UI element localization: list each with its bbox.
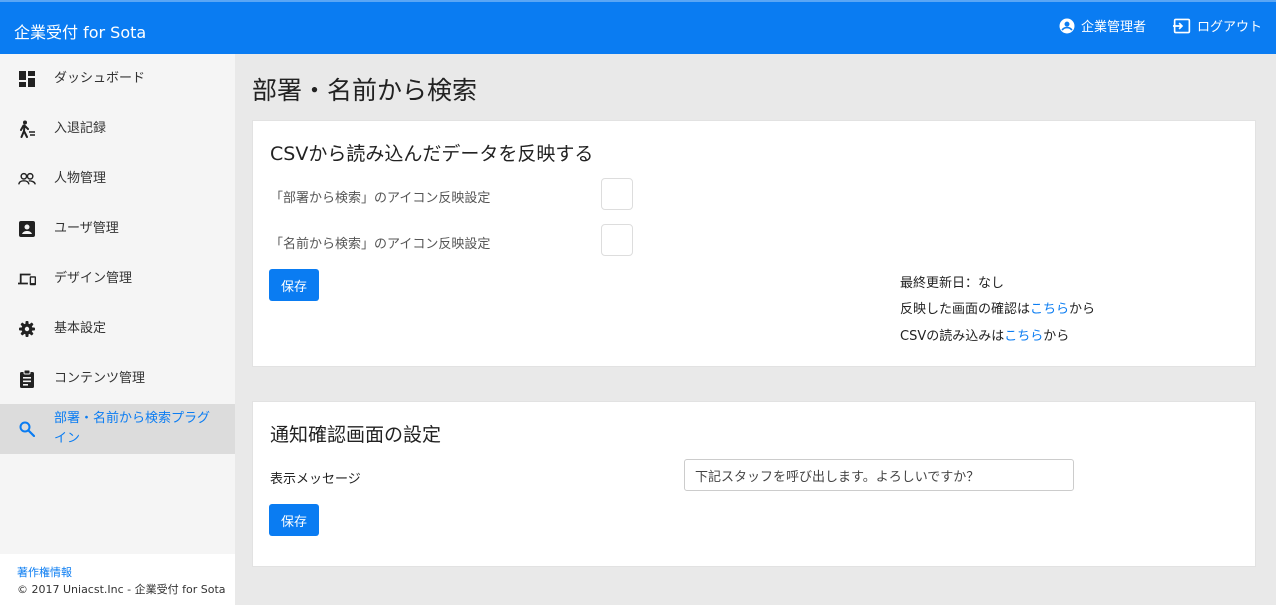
message-input[interactable] xyxy=(684,459,1074,491)
message-label: 表示メッセージ xyxy=(270,472,361,487)
name-icon-setting-label: 「名前から検索」のアイコン反映設定 xyxy=(270,237,491,252)
sidebar-item-dashboard[interactable]: ダッシュボード xyxy=(0,54,235,104)
sidebar-item-label: コンテンツ管理 xyxy=(54,371,146,386)
dashboard-icon xyxy=(18,70,36,88)
user-name: 企業管理者 xyxy=(1080,20,1146,35)
sidebar-item-basic-settings[interactable]: 基本設定 xyxy=(0,304,235,354)
logout-icon xyxy=(1172,18,1191,33)
logout-link[interactable]: ログアウト xyxy=(1172,16,1262,35)
csv-prefix: CSVの読み込みは xyxy=(900,329,1005,344)
sidebar-item-search-plugin[interactable]: 部署・名前から検索プラグイン xyxy=(0,404,235,454)
csv-suffix: から xyxy=(1043,329,1070,344)
sidebar-item-label: デザイン管理 xyxy=(54,271,133,286)
sidebar-item-people[interactable]: 人物管理 xyxy=(0,154,235,204)
confirm-prefix: 反映した画面の確認は xyxy=(900,302,1031,317)
page-title: 部署・名前から検索 xyxy=(252,76,478,105)
notify-card-title: 通知確認画面の設定 xyxy=(270,424,442,446)
walking-person-icon xyxy=(18,120,36,138)
sidebar-item-contents[interactable]: コンテンツ管理 xyxy=(0,354,235,404)
sidebar-item-label: 部署・名前から検索プラグイン xyxy=(54,411,211,446)
header-actions: 企業管理者 ログアウト xyxy=(1058,16,1262,35)
sidebar: ダッシュボード 入退記録 人物管理 ユーザ管理 デザイン管理 基本設定 コンテン… xyxy=(0,54,235,605)
sidebar-item-users[interactable]: ユーザ管理 xyxy=(0,204,235,254)
logout-label: ログアウト xyxy=(1196,20,1262,35)
top-bar: 企業受付 for Sota 企業管理者 ログアウト xyxy=(0,0,1276,54)
user-menu[interactable]: 企業管理者 xyxy=(1058,16,1146,35)
last-updated-text: 最終更新日：なし xyxy=(900,276,1005,291)
sidebar-item-label: 人物管理 xyxy=(54,171,107,186)
name-icon-checkbox[interactable] xyxy=(601,224,633,256)
devices-icon xyxy=(18,270,36,288)
sidebar-item-label: ダッシュボード xyxy=(54,71,146,86)
csv-save-button[interactable]: 保存 xyxy=(269,269,319,301)
app-title[interactable]: 企業受付 for Sota xyxy=(14,19,146,43)
csv-reflect-card: CSVから読み込んだデータを反映する 「部署から検索」のアイコン反映設定 「名前… xyxy=(252,120,1256,367)
sidebar-item-label: ユーザ管理 xyxy=(54,221,119,236)
notify-confirm-card: 通知確認画面の設定 表示メッセージ 保存 xyxy=(252,401,1256,567)
dept-icon-checkbox[interactable] xyxy=(601,178,633,210)
sidebar-item-label: 基本設定 xyxy=(54,321,107,336)
csv-import-link[interactable]: こちら xyxy=(1004,329,1043,344)
copyright-text: © 2017 Uniacst.Inc - 企業受付 for Sota xyxy=(17,583,226,596)
confirm-screen-text: 反映した画面の確認はこちらから xyxy=(900,298,1095,317)
sidebar-item-access-log[interactable]: 入退記録 xyxy=(0,104,235,154)
clipboard-icon xyxy=(18,370,36,388)
gear-icon xyxy=(18,320,36,338)
account-circle-icon xyxy=(1059,18,1075,33)
search-icon xyxy=(18,420,36,438)
dept-icon-setting-label: 「部署から検索」のアイコン反映設定 xyxy=(270,191,491,206)
sidebar-item-label: 入退記録 xyxy=(54,121,107,136)
copyright-link[interactable]: 著作権情報 xyxy=(17,564,235,581)
account-box-icon xyxy=(18,220,36,238)
confirm-screen-link[interactable]: こちら xyxy=(1030,302,1069,317)
people-icon xyxy=(18,170,36,188)
csv-import-text: CSVの読み込みはこちらから xyxy=(900,325,1069,344)
notify-save-button[interactable]: 保存 xyxy=(269,504,319,536)
sidebar-footer: 著作権情報 © 2017 Uniacst.Inc - 企業受付 for Sota xyxy=(0,554,235,605)
confirm-suffix: から xyxy=(1069,302,1096,317)
sidebar-item-design[interactable]: デザイン管理 xyxy=(0,254,235,304)
csv-card-title: CSVから読み込んだデータを反映する xyxy=(270,143,594,165)
